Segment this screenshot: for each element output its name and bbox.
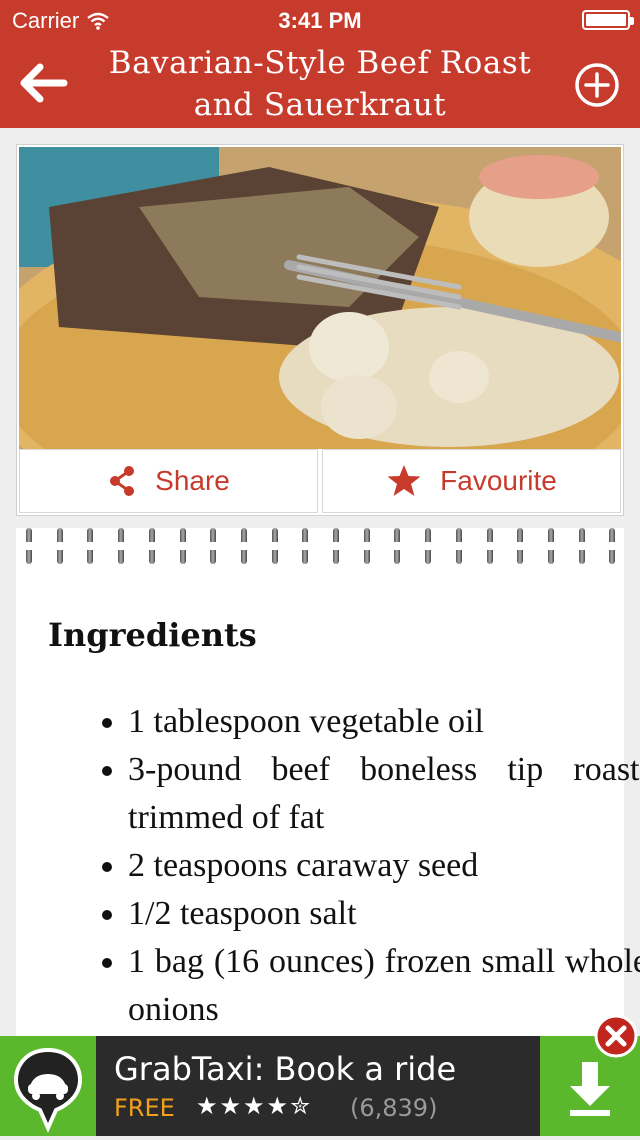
spiral-ring [485, 528, 494, 564]
page-title-line1: Bavarian-Style Beef Roast [108, 45, 532, 81]
spiral-ring [147, 528, 156, 564]
spiral-ring [86, 528, 95, 564]
spiral-ring [270, 528, 279, 564]
back-arrow-icon[interactable] [18, 60, 68, 106]
status-bar: Carrier 3:41 PM [0, 0, 640, 40]
ingredient-item: 3-pound beef boneless tip roast, trimmed… [128, 746, 640, 842]
ad-banner[interactable]: GrabTaxi: Book a ride FREE ★★★★✮ (6,839) [0, 1036, 640, 1136]
share-button[interactable]: Share [19, 449, 318, 513]
ingredients-notebook: Ingredients 1 tablespoon vegetable oil 3… [16, 528, 640, 1048]
battery-icon [582, 10, 634, 30]
spiral-ring [301, 528, 310, 564]
star-icon [387, 465, 421, 496]
status-time: 3:41 PM [278, 8, 362, 33]
spiral-ring [424, 528, 433, 564]
spiral-binding [16, 528, 624, 570]
plus-circle-icon[interactable] [574, 62, 620, 108]
spiral-ring [332, 528, 340, 564]
spiral-ring [454, 528, 463, 564]
ingredients-list: 1 tablespoon vegetable oil 3-pound beef … [86, 698, 640, 1034]
ad-info-icon[interactable] [2, 1110, 26, 1134]
page-title-line2: and Sauerkraut [193, 87, 447, 123]
recipe-photo-illustration [19, 147, 621, 449]
page-title: Bavarian-Style Beef Roast and Sauerkraut [100, 42, 540, 126]
spiral-ring [209, 528, 218, 564]
favourite-button[interactable]: Favourite [322, 449, 621, 513]
spiral-ring [546, 528, 555, 564]
ingredient-item: 1 bag (16 ounces) frozen small whole oni… [128, 938, 640, 1034]
favourite-label: Favourite [440, 465, 557, 496]
ad-close-icon[interactable] [594, 1014, 638, 1058]
spiral-ring [608, 528, 617, 564]
spiral-ring [516, 528, 525, 564]
spiral-ring [117, 528, 126, 564]
spiral-ring [362, 528, 371, 564]
ingredient-item: 1 tablespoon vegetable oil [128, 698, 640, 746]
ad-title: GrabTaxi: Book a ride [114, 1050, 457, 1088]
ad-rating-count: (6,839) [350, 1094, 438, 1122]
ad-rating-stars: ★★★★✮ [196, 1092, 313, 1120]
ingredient-item: 2 teaspoons caraway seed [128, 842, 640, 890]
ad-price: FREE [114, 1094, 175, 1122]
navigation-bar: Carrier 3:41 PM Bavarian-Style Beef Roas… [0, 0, 640, 128]
spiral-ring [55, 528, 64, 564]
spiral-ring [393, 528, 402, 564]
spiral-ring [178, 528, 187, 564]
action-buttons: Share Favourite [19, 449, 621, 513]
spiral-ring [25, 528, 33, 564]
spiral-ring [239, 528, 248, 564]
recipe-card: Share Favourite [16, 144, 624, 516]
recipe-photo [19, 147, 621, 449]
share-icon [110, 466, 135, 496]
share-label: Share [155, 465, 230, 496]
spiral-ring [577, 528, 586, 564]
ingredient-item: 1/2 teaspoon salt [128, 890, 640, 938]
ingredients-heading: Ingredients [48, 616, 257, 654]
